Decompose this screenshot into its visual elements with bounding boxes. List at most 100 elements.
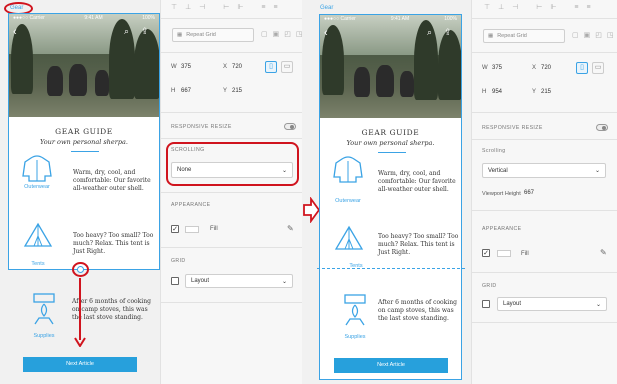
width-label: W	[482, 65, 488, 71]
responsive-resize-toggle[interactable]	[284, 123, 296, 130]
search-icon[interactable]: ⌕	[124, 26, 129, 37]
fill-label: Fill	[521, 251, 529, 257]
carrier-text: ●●●○○ Carrier	[13, 15, 45, 21]
property-inspector-left: ⊤⊥⊣ ⊢⊩ ≡≡ ▦ Repeat Grid ▢▣◰◳ W 375 X 720 …	[160, 0, 302, 384]
width-label: W	[171, 64, 177, 70]
fill-checkbox[interactable]: ✓	[171, 225, 179, 233]
repeat-grid-button[interactable]: ▦ Repeat Grid	[483, 29, 565, 43]
landscape-icon[interactable]: ▭	[281, 61, 293, 73]
outerwear-caption[interactable]: Outerwear	[328, 198, 368, 204]
layout-checkbox[interactable]	[482, 300, 490, 308]
tents-text: Too heavy? Too small? Too much? Relax. T…	[73, 232, 154, 255]
scrolling-highlight	[166, 142, 299, 186]
next-article-button[interactable]: Next Article	[23, 357, 137, 372]
layout-checkbox[interactable]	[171, 277, 179, 285]
repeat-grid-button[interactable]: ▦ Repeat Grid	[172, 28, 254, 42]
time-text: 9:41 AM	[390, 16, 410, 22]
chevron-down-icon: ⌄	[595, 301, 601, 308]
tent-icon	[334, 225, 364, 250]
height-label: H	[171, 88, 176, 94]
outerwear-text: Warm, dry, cool, and comfortable: Our fa…	[378, 170, 456, 193]
fill-checkbox[interactable]: ✓	[482, 249, 490, 257]
repeat-grid-icon: ▦	[488, 33, 494, 39]
tent-icon	[23, 222, 53, 247]
back-icon[interactable]: ‹	[324, 27, 328, 39]
battery-text: 100%	[142, 15, 155, 21]
page-subtitle: Your own personal sherpa.	[346, 139, 435, 147]
supplies-caption[interactable]: Supplies	[24, 333, 64, 339]
portrait-icon[interactable]: ▯	[265, 61, 277, 73]
responsive-resize-label: RESPONSIVE RESIZE	[171, 124, 232, 130]
eyedropper-icon[interactable]: ✎	[600, 248, 607, 257]
arrowhead-icon	[74, 337, 86, 347]
battery-text: 100%	[444, 16, 457, 22]
layout-select[interactable]: Layout ⌄	[497, 297, 607, 311]
stove-icon	[33, 293, 55, 325]
repeat-grid-icon: ▦	[177, 32, 183, 38]
screenshot-root: Gear ●●●○○ Carrier 9:41 AM 100% ‹ ⌕ ⇪ GE…	[0, 0, 617, 384]
tents-caption[interactable]: Tents	[18, 261, 58, 267]
x-value[interactable]: 720	[232, 64, 242, 70]
y-label: Y	[223, 88, 228, 94]
height-label: H	[482, 89, 487, 95]
width-value[interactable]: 375	[492, 65, 502, 71]
hero-photo	[320, 15, 461, 118]
align-toolbar[interactable]: ⊤⊥⊣ ⊢⊩ ≡≡	[171, 3, 286, 11]
eyedropper-icon[interactable]: ✎	[287, 224, 294, 233]
hero-photo	[9, 14, 159, 117]
landscape-icon[interactable]: ▭	[592, 62, 604, 74]
outerwear-icon	[22, 155, 52, 182]
fill-label: Fill	[210, 226, 218, 232]
time-text: 9:41 AM	[84, 15, 103, 21]
property-inspector-right: ⊤⊥⊣ ⊢⊩ ≡≡ ▦ Repeat Grid ▢▣◰◳ W 375 X 720 …	[471, 0, 617, 384]
supplies-text: After 6 months of cooking on camp stoves…	[378, 299, 457, 322]
title-divider	[71, 151, 99, 152]
search-icon[interactable]: ⌕	[427, 27, 432, 38]
portrait-icon[interactable]: ▯	[576, 62, 588, 74]
chevron-down-icon: ⌄	[281, 278, 287, 285]
artboard-label-right[interactable]: Gear	[320, 5, 333, 11]
grid-label: GRID	[171, 258, 186, 264]
outerwear-caption[interactable]: Outerwear	[17, 184, 57, 190]
y-label: Y	[532, 89, 537, 95]
page-subtitle: Your own personal sherpa.	[40, 138, 128, 146]
y-value[interactable]: 215	[541, 89, 551, 95]
viewport-height-marker[interactable]	[317, 268, 465, 269]
y-value[interactable]: 215	[232, 88, 242, 94]
x-value[interactable]: 720	[541, 65, 551, 71]
artboard-gear-left[interactable]: ●●●○○ Carrier 9:41 AM 100% ‹ ⌕ ⇪ GEAR GU…	[8, 13, 160, 270]
supplies-caption[interactable]: Supplies	[335, 334, 375, 340]
grid-label: GRID	[482, 283, 497, 289]
share-icon[interactable]: ⇪	[141, 26, 149, 37]
share-icon[interactable]: ⇪	[444, 27, 452, 38]
appearance-label: APPEARANCE	[482, 226, 522, 232]
fill-swatch[interactable]	[185, 226, 199, 233]
title-divider	[378, 152, 406, 153]
fill-swatch[interactable]	[497, 250, 511, 257]
supplies-text: After 6 months of cooking on camp stoves…	[72, 298, 151, 321]
carrier-text: ●●●○○ Carrier	[324, 16, 356, 22]
x-label: X	[532, 65, 537, 71]
annotation-arrow-down	[79, 278, 81, 340]
chevron-down-icon: ⌄	[594, 168, 600, 174]
transition-arrow-icon	[303, 197, 320, 223]
next-article-button[interactable]: Next Article	[334, 358, 448, 373]
boolean-toolbar[interactable]: ▢▣◰◳	[572, 31, 617, 39]
height-value[interactable]: 954	[492, 89, 502, 95]
back-icon[interactable]: ‹	[13, 26, 17, 38]
appearance-label: APPEARANCE	[171, 202, 211, 208]
responsive-resize-toggle[interactable]	[596, 124, 608, 131]
viewport-height-label: Viewport Height	[482, 191, 521, 197]
artboard-gear-right[interactable]: ●●●○○ Carrier 9:41 AM 100% ‹ ⌕ ⇪ GEAR GU…	[317, 14, 465, 380]
tents-text: Too heavy? Too small? Too much? Relax. T…	[378, 233, 459, 256]
page-title: GEAR GUIDE	[361, 128, 420, 137]
align-toolbar[interactable]: ⊤⊥⊣ ⊢⊩ ≡≡	[484, 3, 599, 11]
resize-handle[interactable]	[77, 266, 84, 273]
height-value[interactable]: 667	[181, 88, 191, 94]
boolean-toolbar[interactable]: ▢▣◰◳	[261, 30, 307, 38]
width-value[interactable]: 375	[181, 64, 191, 70]
viewport-height-value[interactable]: 667	[524, 190, 534, 196]
scrolling-select[interactable]: Vertical ⌄	[482, 163, 606, 178]
layout-select[interactable]: Layout ⌄	[185, 274, 293, 288]
stove-icon	[344, 294, 366, 326]
